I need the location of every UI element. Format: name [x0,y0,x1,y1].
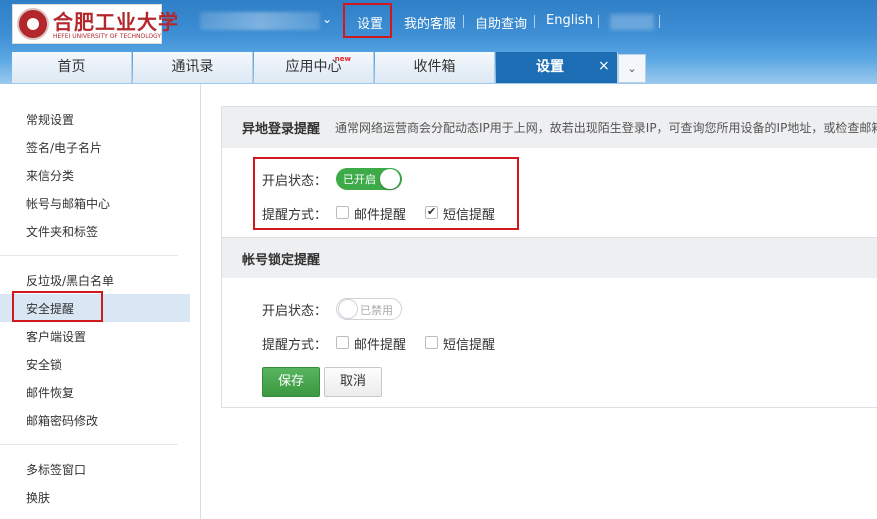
tab-contacts[interactable]: 通讯录 [133,52,253,83]
account-lock-status-label: 开启状态： [262,304,328,319]
sidebar-divider [0,255,178,256]
account-lock-method-label: 提醒方式： [262,338,328,353]
university-seal-icon [17,8,49,40]
account-lock-email-label[interactable]: 邮件提醒 [354,334,406,353]
account-lock-sms-label[interactable]: 短信提醒 [443,334,495,353]
nav-separator [659,15,660,28]
tab-settings-label: 设置 [536,59,564,75]
sidebar-item-general[interactable]: 常规设置 [26,111,74,128]
account-lock-email-checkbox[interactable] [336,336,349,349]
sidebar-item-security-lock[interactable]: 安全锁 [26,356,62,373]
account-lock-title: 帐号锁定提醒 [242,253,321,268]
close-tab-icon[interactable]: × [598,58,610,74]
account-email-blurred[interactable] [200,12,320,30]
chevron-down-icon[interactable]: ⌄ [618,54,646,83]
toggle-knob [380,169,400,189]
highlight-box-settings [343,3,392,38]
tab-home-label: 首页 [57,59,86,75]
remote-login-sms-checkbox[interactable] [425,205,438,219]
account-lock-sms-checkbox[interactable] [425,336,438,349]
sidebar-item-antispam[interactable]: 反垃圾/黑白名单 [26,272,114,289]
nav-english-link[interactable]: English [546,13,593,31]
logo-name-en: HEFEI UNIVERSITY OF TECHNOLOGY [53,33,162,40]
sidebar-item-accounts[interactable]: 帐号与邮箱中心 [26,195,110,212]
toggle-knob [338,299,358,319]
logo-name-cn: 合肥工业大学 [53,10,179,34]
remote-login-desc: 通常网络运营商会分配动态IP用于上网，故若出现陌生登录IP，可查询您所用设备的I… [335,121,877,135]
remote-login-toggle[interactable]: 已开启 [336,168,402,190]
remote-login-title: 异地登录提醒 [242,122,321,137]
tab-app-center-label: 应用中心 [285,59,342,75]
remote-login-email-checkbox[interactable] [336,206,349,219]
nav-self-query-link[interactable]: 自助查询 [475,13,527,32]
remote-login-method-label: 提醒方式： [262,208,328,223]
new-badge: new [334,55,351,63]
sidebar-item-password[interactable]: 邮箱密码修改 [26,412,98,429]
username-blurred[interactable] [610,14,654,30]
tab-contacts-label: 通讯录 [171,59,214,75]
account-lock-toggle-text: 已禁用 [360,304,393,317]
account-lock-toggle[interactable]: 已禁用 [336,298,402,320]
tab-inbox[interactable]: 收件箱 [375,52,495,83]
account-dropdown-icon[interactable]: ⌄ [322,12,332,26]
remote-login-sms-label[interactable]: 短信提醒 [443,204,495,223]
sidebar-item-skin[interactable]: 换肤 [26,489,50,506]
tab-inbox-label: 收件箱 [413,59,456,75]
tab-app-center[interactable]: 应用中心 new [254,52,374,83]
nav-separator [598,15,599,28]
remote-login-status-label: 开启状态： [262,174,328,189]
remote-login-email-label[interactable]: 邮件提醒 [354,204,406,223]
sidebar-item-folders[interactable]: 文件夹和标签 [26,223,98,240]
nav-separator [463,15,464,28]
settings-sidebar: 常规设置 签名/电子名片 来信分类 帐号与邮箱中心 文件夹和标签 反垃圾/黑白名… [0,84,201,519]
save-button[interactable]: 保存 [262,367,320,397]
sidebar-item-signature[interactable]: 签名/电子名片 [26,139,102,156]
nav-separator [534,15,535,28]
sidebar-item-mail-filters[interactable]: 来信分类 [26,167,74,184]
nav-my-service-link[interactable]: 我的客服 [404,13,456,32]
highlight-box-security-alert [12,291,103,322]
sidebar-item-multi-tab[interactable]: 多标签窗口 [26,461,86,478]
university-logo[interactable]: 合肥工业大学 HEFEI UNIVERSITY OF TECHNOLOGY [12,4,178,44]
sidebar-divider [0,444,178,445]
remote-login-toggle-text: 已开启 [343,173,376,186]
sidebar-item-client[interactable]: 客户端设置 [26,328,86,345]
tab-home[interactable]: 首页 [12,52,132,83]
cancel-button[interactable]: 取消 [324,367,382,397]
sidebar-item-mail-recovery[interactable]: 邮件恢复 [26,384,74,401]
